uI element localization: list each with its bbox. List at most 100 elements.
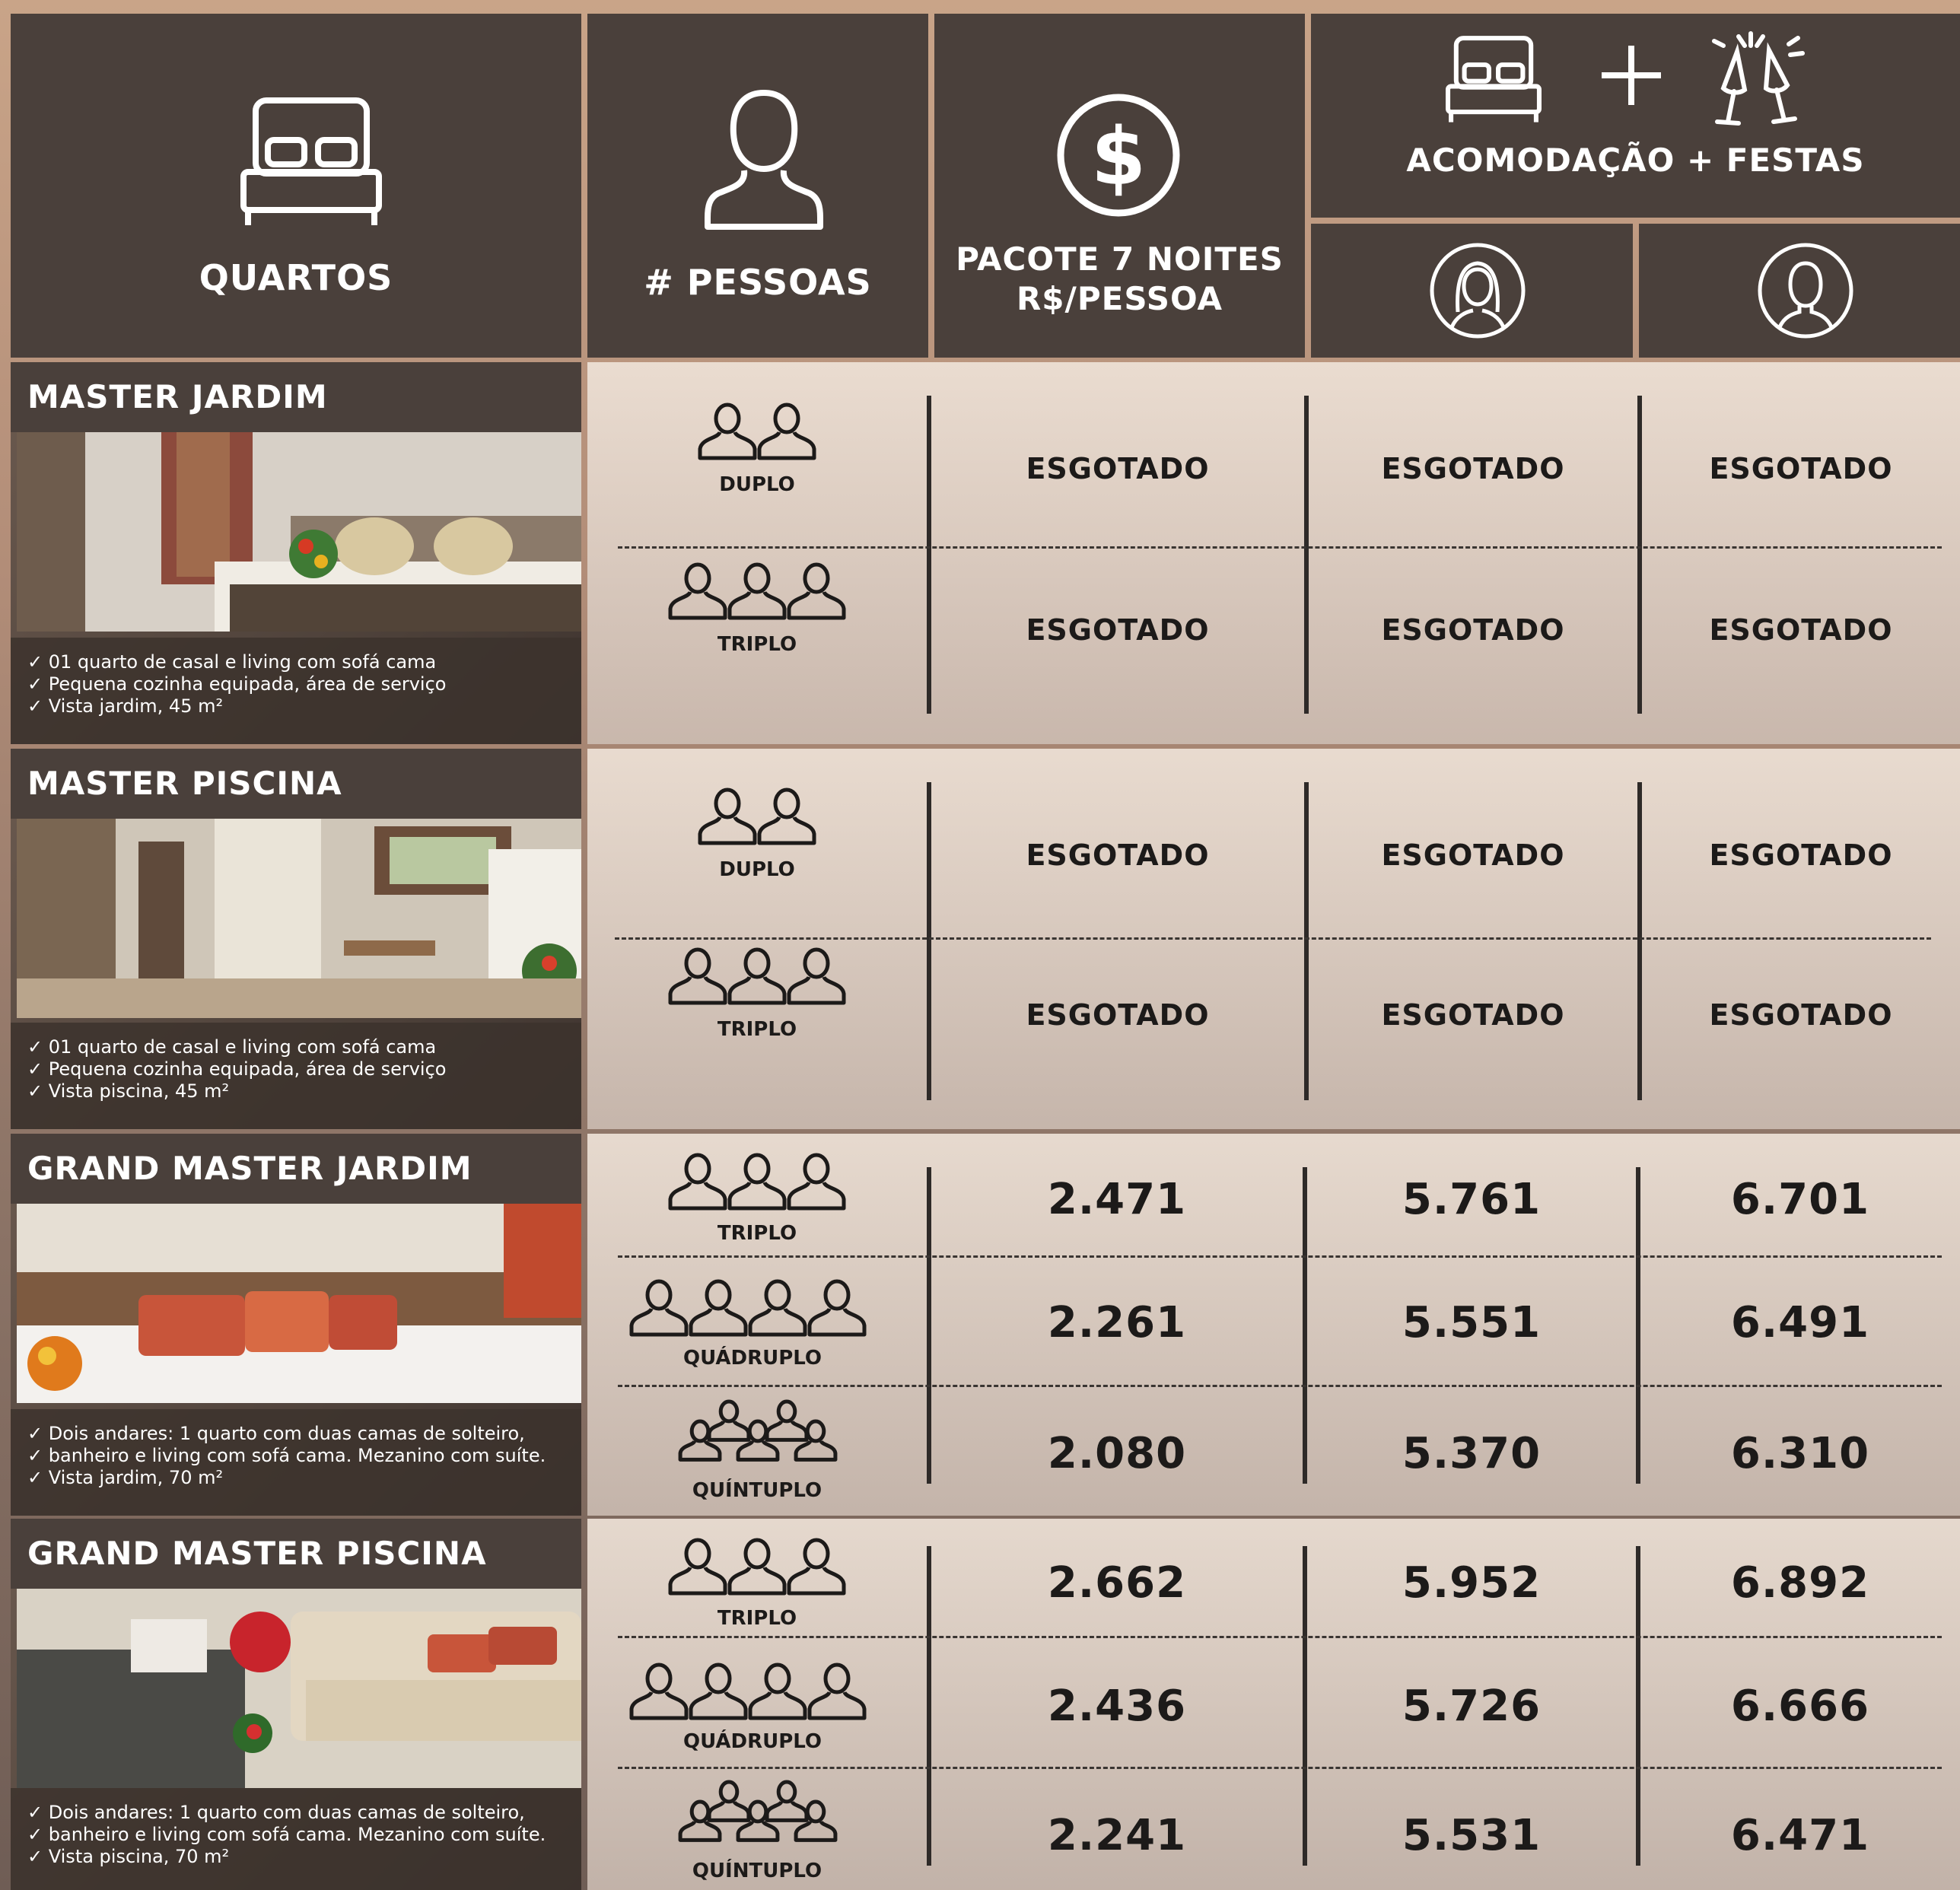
room-title: GRAND MASTER JARDIM: [11, 1134, 581, 1204]
feature-item: 01 quarto de casal e living com sofá cam…: [27, 651, 581, 673]
feature-item: Dois andares: 1 quarto com duas camas de…: [27, 1423, 581, 1445]
dollar-icon: $: [1057, 94, 1180, 217]
header-male: [1639, 224, 1960, 358]
price-male: 6.310: [1730, 1429, 1870, 1478]
room-title: MASTER JARDIM: [11, 362, 581, 432]
price-female: 5.726: [1402, 1682, 1542, 1731]
header-pessoas-label: # PESSOAS: [644, 262, 872, 303]
bed-icon: [1446, 36, 1542, 123]
occupancy-label: TRIPLO: [717, 633, 797, 656]
person-icon: [689, 1662, 748, 1720]
row-divider: [618, 1255, 1942, 1258]
person-icon: [629, 1279, 689, 1337]
room-grand-master-jardim: GRAND MASTER JARDIM Dois andares: 1 quar…: [11, 1134, 581, 1516]
header-pacote-line1: PACOTE 7 NOITES: [956, 240, 1284, 278]
feature-item: Vista piscina, 45 m²: [27, 1080, 581, 1102]
bed-icon: [240, 97, 382, 225]
header-acomodacao-label: ACOMODAÇÃO + FESTAS: [1406, 142, 1865, 179]
price-female: ESGOTADO: [1381, 998, 1565, 1032]
price-male: 6.491: [1730, 1298, 1870, 1348]
row-divider: [615, 937, 1931, 940]
price-female: 5.531: [1402, 1811, 1542, 1860]
person-icon: [765, 1399, 809, 1442]
feature-item: 01 quarto de casal e living com sofá cam…: [27, 1036, 581, 1058]
price-pacote: 2.261: [1047, 1298, 1187, 1348]
occupancy-label: QUÁDRUPLO: [682, 1730, 822, 1753]
price-female: ESGOTADO: [1381, 838, 1565, 872]
occupancy-label: TRIPLO: [717, 1222, 797, 1245]
occupancy-cell: QUÁDRUPLO: [587, 1275, 927, 1374]
occupancy-label: TRIPLO: [717, 1018, 797, 1041]
price-pacote: 2.662: [1047, 1558, 1187, 1608]
header-pessoas: # PESSOAS: [587, 14, 928, 358]
price-female: 5.551: [1402, 1298, 1542, 1348]
room-features: 01 quarto de casal e living com sofá cam…: [11, 1023, 581, 1129]
row-divider: [618, 1385, 1942, 1387]
room-grand-master-piscina: GRAND MASTER PISCINA Dois andares: 1 qua…: [11, 1519, 581, 1890]
column-divider: [1637, 782, 1642, 1100]
price-band-grand-master-piscina: TRIPLO 2.662 5.952 6.892 QUÁDRUPLO 2.436…: [587, 1519, 1960, 1890]
person-icon: [698, 788, 757, 845]
person-icon: [707, 1399, 751, 1442]
room-features: Dois andares: 1 quarto com duas camas de…: [11, 1788, 581, 1890]
occupancy-label: QUÍNTUPLO: [692, 1860, 822, 1882]
feature-item: banheiro e living com sofá cama. Mezanin…: [27, 1445, 581, 1467]
feature-item: banheiro e living com sofá cama. Mezanin…: [27, 1824, 581, 1846]
column-divider: [1304, 782, 1309, 1100]
header-pacote-line2: R$/PESSOA: [1016, 280, 1223, 317]
people-icons: [668, 1153, 846, 1211]
person-icon: [668, 1153, 727, 1211]
person-icon: [727, 562, 787, 620]
price-table: QUARTOS # PESSOAS $ PACOTE 7 NOITES R$/P…: [0, 0, 1960, 1890]
price-pacote: 2.471: [1047, 1175, 1187, 1224]
occupancy-cell: TRIPLO: [587, 558, 927, 673]
room-master-jardim: MASTER JARDIM 01 quarto de casal e livin…: [11, 362, 581, 744]
svg-text:$: $: [1091, 110, 1146, 203]
room-photo: [17, 1204, 581, 1403]
feature-item: Pequena cozinha equipada, área de serviç…: [27, 673, 581, 695]
person-icon: [707, 1780, 751, 1822]
row-divider: [618, 546, 1942, 549]
occupancy-cell: QUÍNTUPLO: [587, 1398, 927, 1513]
person-icon: [727, 1153, 787, 1211]
people-icons: [629, 1662, 867, 1720]
price-female: ESGOTADO: [1381, 613, 1565, 647]
room-photo: [17, 819, 581, 1018]
room-title: GRAND MASTER PISCINA: [11, 1519, 581, 1589]
feature-item: Vista jardim, 45 m²: [27, 695, 581, 718]
room-photo: [17, 1589, 581, 1788]
price-male: 6.666: [1730, 1682, 1870, 1731]
people-icons: [668, 1538, 846, 1596]
price-pacote: ESGOTADO: [1026, 838, 1210, 872]
price-band-master-piscina: DUPLO ESGOTADO ESGOTADO ESGOTADO TRIPLO …: [587, 749, 1960, 1129]
occupancy-cell: TRIPLO: [587, 943, 927, 1058]
person-icon: [629, 1662, 689, 1720]
price-band-grand-master-jardim: TRIPLO 2.471 5.761 6.701 QUÁDRUPLO 2.261…: [587, 1134, 1960, 1516]
price-pacote: 2.241: [1047, 1811, 1187, 1860]
person-icon: [698, 402, 757, 460]
room-photo: [17, 432, 581, 632]
price-male: 6.892: [1730, 1558, 1870, 1608]
occupancy-cell: DUPLO: [587, 399, 927, 513]
header-acomodacao: ACOMODAÇÃO + FESTAS: [1311, 14, 1960, 218]
person-icon: [765, 1780, 809, 1822]
price-female: ESGOTADO: [1381, 452, 1565, 485]
people-icons: [668, 562, 846, 620]
price-female: 5.952: [1402, 1558, 1542, 1608]
column-divider: [1637, 396, 1642, 714]
people-icons: [678, 1399, 838, 1462]
row-divider: [618, 1767, 1942, 1769]
price-male: ESGOTADO: [1709, 613, 1893, 647]
occupancy-cell: TRIPLO: [587, 1149, 927, 1248]
person-icon: [668, 947, 727, 1005]
price-male: ESGOTADO: [1709, 838, 1893, 872]
people-icons: [698, 788, 816, 845]
room-master-piscina: MASTER PISCINA 01 quarto de casal e livi…: [11, 749, 581, 1129]
person-icon: [787, 562, 846, 620]
person-icon: [727, 947, 787, 1005]
person-icon: [787, 1153, 846, 1211]
price-male: 6.701: [1730, 1175, 1870, 1224]
price-pacote: 2.436: [1047, 1682, 1187, 1731]
price-pacote: 2.080: [1047, 1429, 1187, 1478]
price-pacote: ESGOTADO: [1026, 613, 1210, 647]
